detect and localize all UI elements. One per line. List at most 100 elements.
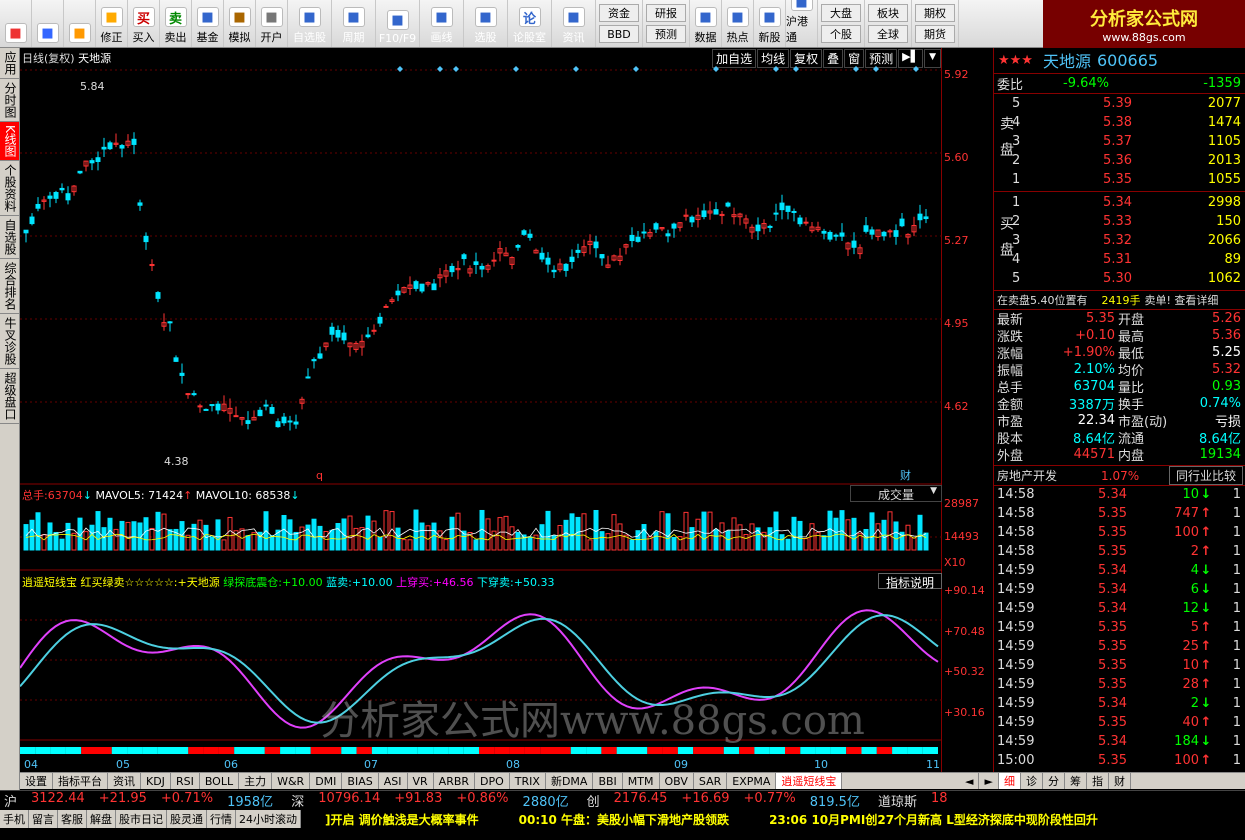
- grid-button[interactable]: ■: [0, 0, 32, 47]
- index-item[interactable]: 创 2176.45 +16.69 +0.77% 819.5亿: [587, 791, 860, 810]
- buy-button[interactable]: 买买入: [128, 0, 160, 47]
- sell-level-row[interactable]: 3 5.37 1105: [1012, 133, 1245, 150]
- up-arrow-icon: ↑: [1200, 677, 1212, 692]
- big-order-row[interactable]: 在卖盘5.40位置有 2419手 卖单! 查看详细: [994, 291, 1245, 308]
- indicator-tab-21[interactable]: 逍遥短线宝: [776, 773, 843, 789]
- right-tab-1[interactable]: 诊: [1021, 773, 1043, 789]
- news-button[interactable]: ■ 资讯: [552, 0, 596, 47]
- period-button[interactable]: ■ 周期: [332, 0, 376, 47]
- status-tab-3[interactable]: 解盘: [87, 810, 116, 828]
- status-tab-5[interactable]: 股灵通: [167, 810, 207, 828]
- group3-button-1[interactable]: 个股: [821, 25, 861, 44]
- status-tab-4[interactable]: 股市日记: [116, 810, 167, 828]
- left-tab-0[interactable]: 应用: [0, 48, 19, 79]
- indicator-help-button[interactable]: 指标说明: [878, 573, 942, 590]
- left-tab-1[interactable]: 分时图: [0, 79, 19, 122]
- indicator-tab-16[interactable]: BBI: [593, 773, 623, 789]
- index-item[interactable]: 道琼斯 18: [878, 791, 990, 810]
- back-arrow-button[interactable]: ■: [32, 0, 64, 47]
- indicator-tab-9[interactable]: BIAS: [342, 773, 379, 789]
- indicator-tab-11[interactable]: VR: [408, 773, 434, 789]
- indicator-tab-10[interactable]: ASI: [379, 773, 408, 789]
- indicator-tab-15[interactable]: 新DMA: [546, 773, 594, 789]
- status-tab-6[interactable]: 行情: [207, 810, 236, 828]
- indicator-tab-3[interactable]: KDJ: [141, 773, 171, 789]
- volume-indicator-select[interactable]: 成交量 ▼: [850, 485, 942, 502]
- news-ticker-item[interactable]: ]开启 调价触浅是大概率事件: [325, 811, 479, 828]
- indicator-tab-8[interactable]: DMI: [310, 773, 343, 789]
- buy-level-row[interactable]: 5 5.30 1062: [1012, 270, 1245, 287]
- indicator-tab-4[interactable]: RSI: [171, 773, 200, 789]
- indicator-tab-20[interactable]: EXPMA: [727, 773, 777, 789]
- sell-level-row[interactable]: 4 5.38 1474: [1012, 114, 1245, 131]
- news-ticker-item[interactable]: 00:10 午盘：美股小幅下滑地产股领跌: [519, 811, 729, 828]
- indicator-tab-7[interactable]: W&R: [272, 773, 311, 789]
- indicator-tab-14[interactable]: TRIX: [510, 773, 546, 789]
- scroll-left-icon[interactable]: ◄: [960, 773, 980, 789]
- left-tab-7[interactable]: 超级盘口: [0, 369, 19, 424]
- news-ticker-item[interactable]: 23:06 10月PMI创27个月新高 L型经济探底中现阶段性回升: [769, 811, 1098, 828]
- indicator-tab-0[interactable]: 设置: [20, 773, 53, 789]
- group5-group: 期权 期货: [912, 0, 959, 47]
- status-tab-2[interactable]: 客服: [58, 810, 87, 828]
- indicator-tab-5[interactable]: BOLL: [200, 773, 240, 789]
- sell-level-row[interactable]: 2 5.36 2013: [1012, 152, 1245, 169]
- indicator-tab-2[interactable]: 资讯: [108, 773, 141, 789]
- group2-button-0[interactable]: 研报: [646, 3, 686, 22]
- status-tab-7[interactable]: 24小时滚动: [236, 810, 301, 828]
- up-down-button[interactable]: ■: [64, 0, 96, 47]
- buy-level-row[interactable]: 1 5.34 2998: [1012, 194, 1245, 211]
- draw-button[interactable]: ■ 画线: [420, 0, 464, 47]
- sell-button[interactable]: 卖卖出: [160, 0, 192, 47]
- group1-button-1[interactable]: BBD: [599, 25, 639, 44]
- forum-button[interactable]: 论论股室: [508, 0, 552, 47]
- indicator-tab-13[interactable]: DPO: [475, 773, 510, 789]
- kline-chart-area[interactable]: 日线(复权) 天地源 加自选 均线 复权叠窗预测 ▶▌ ▼ 5.84 4.38 q 财 04 05…: [20, 48, 942, 772]
- group1-button-0[interactable]: 资金: [599, 3, 639, 22]
- buy-level-row[interactable]: 4 5.31 89: [1012, 251, 1245, 268]
- index-item[interactable]: 沪 3122.44 +21.95 +0.71% 1958亿: [4, 791, 273, 810]
- group5-button-0[interactable]: 期权: [915, 3, 955, 22]
- right-tab-5[interactable]: 财: [1109, 773, 1131, 789]
- sell-level-row[interactable]: 1 5.35 1055: [1012, 171, 1245, 188]
- group2-button-1[interactable]: 预测: [646, 25, 686, 44]
- indicator-tab-6[interactable]: 主力: [239, 773, 273, 789]
- group5-button-1[interactable]: 期货: [915, 25, 955, 44]
- indicator-tab-12[interactable]: ARBR: [434, 773, 476, 789]
- industry-compare-button[interactable]: 同行业比较: [1168, 466, 1243, 485]
- right-tab-0[interactable]: 细: [998, 773, 1021, 789]
- pe-button[interactable]: ■ 数据: [690, 0, 722, 47]
- f10-button[interactable]: ■ F10/F9: [376, 0, 420, 47]
- indicator-tab-19[interactable]: SAR: [694, 773, 728, 789]
- left-tab-4[interactable]: 自选股: [0, 216, 19, 259]
- left-tab-6[interactable]: 牛叉诊股: [0, 314, 19, 369]
- left-tab-3[interactable]: 个股资料: [0, 161, 19, 216]
- buy-level-row[interactable]: 3 5.32 2066: [1012, 232, 1245, 249]
- group4-button-0[interactable]: 板块: [868, 3, 908, 22]
- group4-button-1[interactable]: 全球: [868, 25, 908, 44]
- indicator-tab-1[interactable]: 指标平台: [53, 773, 108, 789]
- select-stock-button[interactable]: ■ 选股: [464, 0, 508, 47]
- indicator-tab-18[interactable]: OBV: [660, 773, 694, 789]
- group3-button-0[interactable]: 大盘: [821, 3, 861, 22]
- watchlist-button[interactable]: ■ 自选股: [288, 0, 332, 47]
- scroll-right-icon[interactable]: ►: [979, 773, 999, 789]
- index-item[interactable]: 深 10796.14 +91.83 +0.86% 2880亿: [291, 791, 568, 810]
- buy-level-row[interactable]: 2 5.33 150: [1012, 213, 1245, 230]
- indicator-tab-17[interactable]: MTM: [623, 773, 660, 789]
- lock-button[interactable]: ■ 开户: [256, 0, 288, 47]
- ipo-button[interactable]: ■ 新股: [754, 0, 786, 47]
- left-tab-5[interactable]: 综合排名: [0, 259, 19, 314]
- right-tab-4[interactable]: 指: [1087, 773, 1109, 789]
- right-tab-2[interactable]: 分: [1043, 773, 1065, 789]
- hk-connect-button[interactable]: ■ 沪港通: [786, 0, 818, 47]
- status-tab-0[interactable]: 手机: [0, 810, 29, 828]
- simulate-button[interactable]: ■ 模拟: [224, 0, 256, 47]
- fund-button[interactable]: ■ 基金: [192, 0, 224, 47]
- status-tab-1[interactable]: 留言: [29, 810, 58, 828]
- sell-level-row[interactable]: 5 5.39 2077: [1012, 95, 1245, 112]
- left-tab-2[interactable]: K线图: [0, 122, 19, 161]
- modify-button[interactable]: ■ 修正: [96, 0, 128, 47]
- hot-button[interactable]: ■ 热点: [722, 0, 754, 47]
- right-tab-3[interactable]: 筹: [1065, 773, 1087, 789]
